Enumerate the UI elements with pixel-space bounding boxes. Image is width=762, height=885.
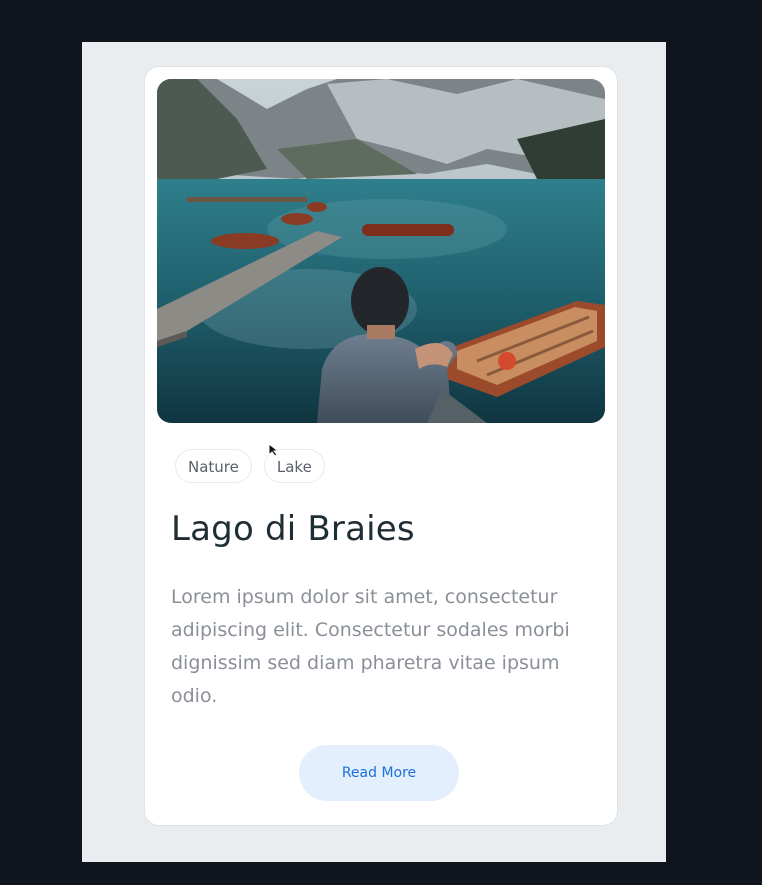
tag-nature[interactable]: Nature: [175, 449, 252, 483]
card-description: Lorem ipsum dolor sit amet, consectetur …: [171, 586, 570, 707]
mouse-cursor-icon: [268, 443, 280, 457]
lake-card: Nature Lake Lago di Braies Lorem ipsum d…: [145, 67, 617, 825]
tag-list: Nature Lake: [175, 449, 325, 483]
read-more-button[interactable]: Read More: [299, 745, 459, 801]
card-photo: [157, 79, 605, 423]
preview-stage: Nature Lake Lago di Braies Lorem ipsum d…: [82, 42, 666, 862]
card-title: Lago di Braies: [171, 509, 415, 549]
